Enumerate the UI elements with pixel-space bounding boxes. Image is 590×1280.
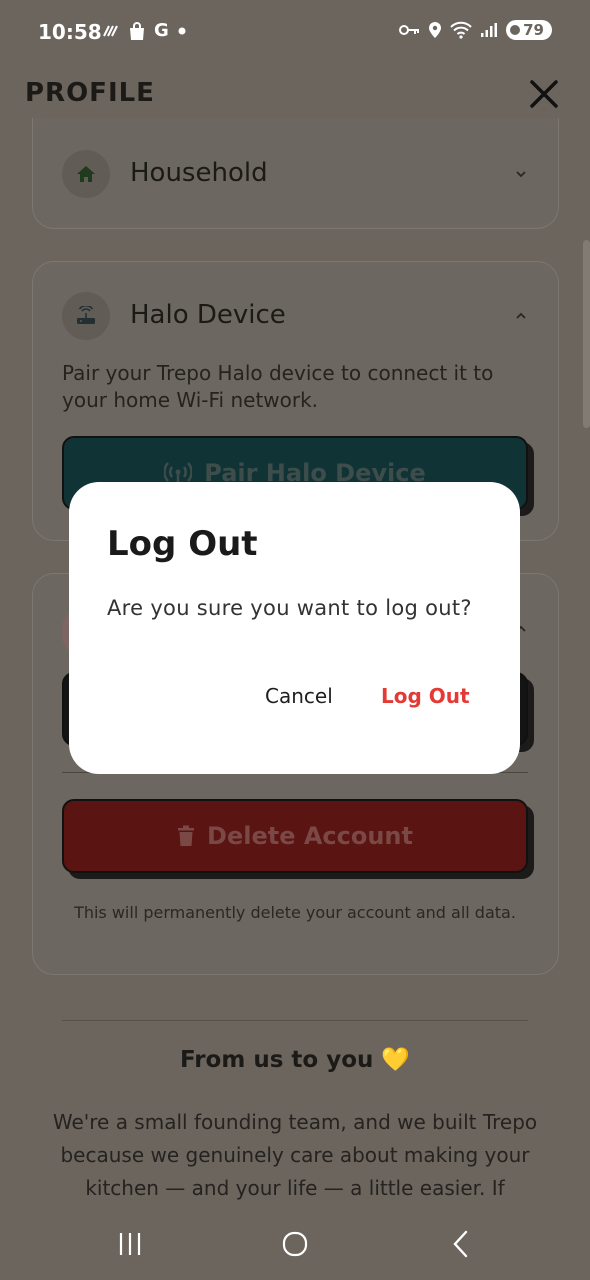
home-button[interactable] [275,1224,315,1264]
shopping-bag-icon [130,21,144,40]
delete-account-button[interactable]: Delete Account [62,799,528,873]
delete-account-label: Delete Account [207,822,413,850]
household-title: Household [130,158,268,188]
dialog-title: Log Out [107,524,258,564]
log-out-dialog: Log Out Are you sure you want to log out… [69,482,520,774]
trash-icon [178,825,195,846]
recents-icon [119,1233,141,1255]
home-icon [77,166,95,182]
battery-level: 79 [523,21,544,39]
status-time: 10:58 [38,20,102,44]
router-icon [77,306,95,324]
yellow-heart-icon: 💛 [381,1047,411,1073]
wifi-icon [450,21,472,39]
cancel-button[interactable]: Cancel [253,678,345,714]
page-title: PROFILE [25,78,155,108]
status-right-icons: 79 [398,20,552,40]
chevron-up-icon[interactable] [514,309,528,323]
household-icon-wrap [62,150,110,198]
back-button[interactable] [441,1224,481,1264]
battery-dot [510,25,521,35]
battery-indicator: 79 [506,20,552,40]
navigation-bar [0,1208,590,1280]
signal-icon [481,23,498,37]
confirm-log-out-button[interactable]: Log Out [369,678,482,714]
from-us-title: From us to you 💛 [0,1046,590,1073]
section-divider [62,1020,528,1021]
halo-device-description: Pair your Trepo Halo device to connect i… [62,361,494,412]
google-icon: G [154,20,169,41]
from-us-body: We're a small founding team, and we buil… [52,1110,538,1200]
location-icon [429,22,442,38]
chevron-down-icon[interactable] [514,167,528,181]
close-button[interactable] [528,74,560,114]
status-left-icons: G [102,20,187,41]
scrollbar[interactable] [583,240,590,428]
back-icon [453,1230,468,1258]
household-card[interactable]: Household [32,118,559,229]
dot-icon [178,27,186,34]
recents-button[interactable] [110,1224,150,1264]
halo-device-title: Halo Device [130,300,286,330]
from-us-title-text: From us to you [179,1047,374,1073]
home-circle-icon [282,1231,308,1257]
stripes-icon [103,25,118,36]
delete-account-note: This will permanently delete your accoun… [74,903,516,922]
dialog-message: Are you sure you want to log out? [107,596,472,620]
status-bar: 10:58 G 79 [0,0,590,62]
vpn-key-icon [399,25,420,35]
close-icon [530,80,558,108]
halo-icon-wrap [62,292,110,340]
